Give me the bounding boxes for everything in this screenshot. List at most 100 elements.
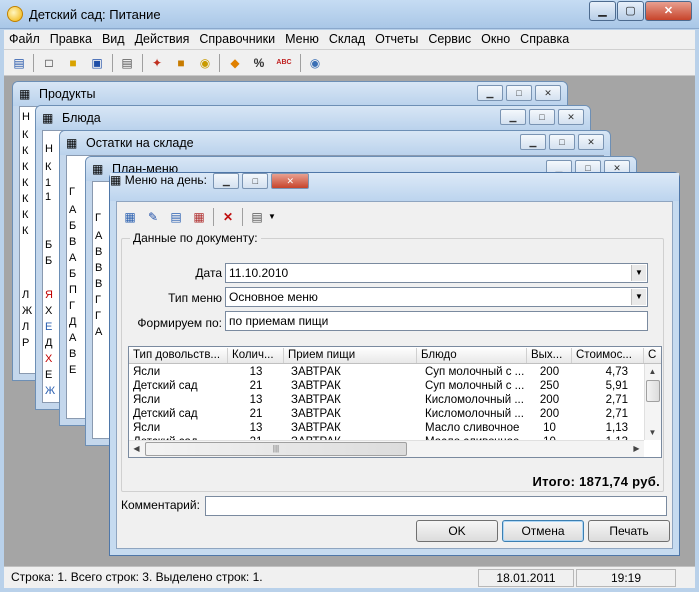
open-folder-icon[interactable]: ■ — [64, 54, 82, 72]
table-cell[interactable]: 4,73 — [572, 365, 632, 379]
chevron-down-icon[interactable]: ▼ — [631, 265, 646, 281]
chevron-right-icon[interactable]: ▶ — [629, 441, 644, 456]
table-cell[interactable]: Масло сливочное — [421, 421, 527, 435]
close-button[interactable]: ✕ — [645, 1, 692, 21]
table-cell[interactable]: 5,91 — [572, 379, 632, 393]
menu-file[interactable]: Файл — [4, 30, 45, 48]
percent-icon[interactable]: % — [250, 54, 268, 72]
book-icon[interactable]: ▤ — [10, 54, 28, 72]
restore-button[interactable]: □ — [549, 134, 575, 150]
ok-button[interactable]: OK — [416, 520, 498, 542]
restore-button[interactable]: □ — [506, 85, 532, 101]
table-cell[interactable]: Ясли — [129, 365, 228, 379]
menu-references[interactable]: Справочники — [194, 30, 280, 48]
lock-icon[interactable]: ◉ — [196, 54, 214, 72]
menu-reports[interactable]: Отчеты — [370, 30, 423, 48]
column-header[interactable]: Блюдо — [417, 348, 527, 363]
table-cell[interactable]: ЗАВТРАК — [287, 421, 417, 435]
print-icon[interactable]: ▤ — [248, 208, 266, 226]
restore-button[interactable]: □ — [529, 109, 555, 125]
close-button[interactable]: ✕ — [271, 173, 310, 189]
table-cell[interactable]: 2,71 — [572, 393, 632, 407]
restore-button[interactable]: □ — [242, 173, 269, 189]
table-cell[interactable]: 13 — [228, 393, 284, 407]
minimize-button[interactable]: ▁ — [589, 1, 616, 21]
menu-warehouse[interactable]: Склад — [324, 30, 370, 48]
insert-row-icon[interactable]: ▤ — [167, 208, 185, 226]
minimize-button[interactable]: ▁ — [520, 134, 546, 150]
scroll-thumb[interactable]: ||| — [145, 442, 407, 456]
horizontal-scrollbar[interactable]: ◀ ||| ▶ — [129, 440, 644, 457]
table-cell[interactable]: 200 — [527, 407, 572, 421]
table-cell[interactable]: Детский сад — [129, 379, 228, 393]
table-cell[interactable]: Суп молочный с ... — [421, 379, 527, 393]
column-header[interactable]: Колич... — [228, 348, 284, 363]
print-icon[interactable]: ▤ — [118, 54, 136, 72]
comment-field[interactable] — [205, 496, 667, 516]
table-cell[interactable]: Суп молочный с ... — [421, 365, 527, 379]
date-field[interactable]: 11.10.2010 ▼ — [225, 263, 648, 283]
save-icon[interactable]: ▣ — [88, 54, 106, 72]
delete-row-icon[interactable]: ▦ — [190, 208, 208, 226]
table-cell[interactable]: 13 — [228, 365, 284, 379]
close-button[interactable]: ✕ — [578, 134, 604, 150]
menu-window[interactable]: Окно — [476, 30, 515, 48]
menu-actions[interactable]: Действия — [130, 30, 195, 48]
scroll-thumb[interactable] — [646, 380, 660, 402]
table-cell[interactable]: ЗАВТРАК — [287, 379, 417, 393]
column-header[interactable]: С — [644, 348, 661, 363]
minimize-button[interactable]: ▁ — [500, 109, 526, 125]
chevron-up-icon[interactable]: ▲ — [645, 364, 660, 379]
table-cell[interactable]: 21 — [228, 407, 284, 421]
minimize-button[interactable]: ▁ — [477, 85, 503, 101]
table-cell[interactable]: Ясли — [129, 393, 228, 407]
table-cell[interactable]: 2,71 — [572, 407, 632, 421]
warning-icon[interactable]: ◆ — [226, 54, 244, 72]
table-cell[interactable]: Кисломолочный ... — [421, 393, 527, 407]
table-cell[interactable]: 250 — [527, 379, 572, 393]
table-cell[interactable]: 10 — [527, 421, 572, 435]
menu-type-select[interactable]: Основное меню ▼ — [225, 287, 648, 307]
cancel-button[interactable]: Отмена — [502, 520, 584, 542]
close-button[interactable]: ✕ — [558, 109, 584, 125]
table-cell[interactable]: 1,13 — [572, 421, 632, 435]
table-cell[interactable]: Кисломолочный ... — [421, 407, 527, 421]
edit-row-icon[interactable]: ✎ — [144, 208, 162, 226]
menu-help[interactable]: Справка — [515, 30, 574, 48]
column-header[interactable]: Прием пищи — [284, 348, 417, 363]
column-header[interactable]: Стоимос... — [572, 348, 644, 363]
vertical-scrollbar[interactable]: ▲ ▼ — [644, 364, 661, 440]
new-document-icon[interactable]: □ — [40, 54, 58, 72]
menu-menu[interactable]: Меню — [280, 30, 324, 48]
menu-service[interactable]: Сервис — [423, 30, 476, 48]
chevron-down-icon[interactable]: ▼ — [267, 208, 277, 226]
chevron-down-icon[interactable]: ▼ — [645, 425, 660, 440]
table-cell[interactable]: ЗАВТРАК — [287, 407, 417, 421]
help-icon[interactable]: ◉ — [306, 54, 324, 72]
remove-icon[interactable]: ✕ — [219, 208, 237, 226]
spellcheck-icon[interactable]: ABC — [272, 54, 296, 72]
column-header[interactable]: Тип довольств... — [129, 348, 228, 363]
chevron-down-icon[interactable]: ▼ — [631, 289, 646, 305]
table-cell[interactable]: ЗАВТРАК — [287, 365, 417, 379]
print-button[interactable]: Печать — [588, 520, 670, 542]
column-header[interactable]: Вых... — [527, 348, 572, 363]
table-cell[interactable]: ЗАВТРАК — [287, 393, 417, 407]
form-by-field[interactable]: по приемам пищи — [225, 311, 648, 331]
table-cell[interactable]: 200 — [527, 365, 572, 379]
menu-edit[interactable]: Правка — [45, 30, 97, 48]
chevron-left-icon[interactable]: ◀ — [129, 441, 144, 456]
table-cell[interactable]: 21 — [228, 379, 284, 393]
add-row-icon[interactable]: ▦ — [121, 208, 139, 226]
minimize-button[interactable]: ▁ — [213, 173, 240, 189]
boxes-icon[interactable]: ■ — [172, 54, 190, 72]
close-button[interactable]: ✕ — [535, 85, 561, 101]
table-cell[interactable]: Ясли — [129, 421, 228, 435]
tools-icon[interactable]: ✦ — [148, 54, 166, 72]
maximize-button[interactable]: ▢ — [617, 1, 644, 21]
table-cell[interactable]: 200 — [527, 393, 572, 407]
menu-items-table[interactable]: Тип довольств... Колич... Прием пищи Блю… — [128, 346, 662, 458]
menu-view[interactable]: Вид — [97, 30, 130, 48]
table-cell[interactable]: Детский сад — [129, 407, 228, 421]
table-cell[interactable]: 13 — [228, 421, 284, 435]
